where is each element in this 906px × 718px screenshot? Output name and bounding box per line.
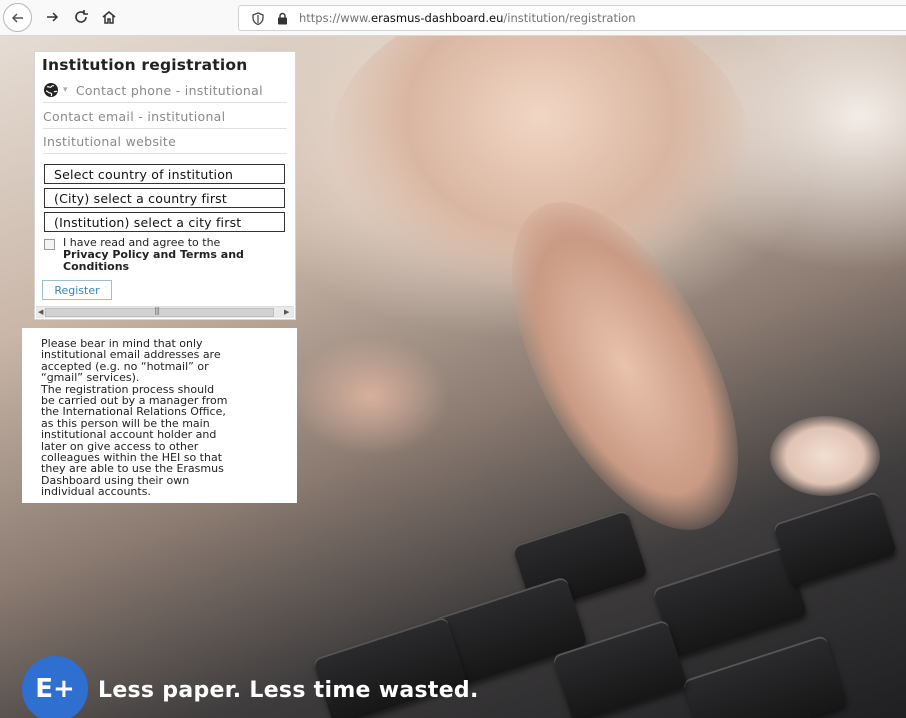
url-path: /institution/registration — [503, 11, 636, 25]
country-select[interactable]: Select country of institution — [44, 164, 285, 184]
shield-icon[interactable] — [251, 11, 265, 25]
register-button[interactable]: Register — [42, 280, 112, 300]
hand-knuckle — [290, 336, 450, 456]
institution-select[interactable]: (Institution) select a city first — [44, 212, 285, 232]
info-text: Please bear in mind that only institutio… — [41, 337, 228, 499]
url-text: https://www.erasmus-dashboard.eu/institu… — [299, 11, 636, 25]
url-bar[interactable]: https://www.erasmus-dashboard.eu/institu… — [238, 5, 906, 31]
forward-icon[interactable] — [38, 3, 66, 31]
browser-toolbar: https://www.erasmus-dashboard.eu/institu… — [0, 0, 906, 36]
chevron-down-icon[interactable]: ▾ — [63, 85, 68, 95]
website-field[interactable]: Institutional website — [43, 129, 287, 154]
erasmus-plus-logo: E+ — [22, 656, 88, 718]
fingernail — [770, 416, 880, 496]
url-domain: erasmus-dashboard.eu — [371, 11, 504, 25]
registration-form: Institution registration ▾ Contact phone… — [34, 51, 296, 320]
info-panel: Please bear in mind that only institutio… — [22, 328, 297, 503]
scroll-left-icon[interactable]: ◀ — [38, 308, 43, 316]
agree-label: I have read and agree to the Privacy Pol… — [63, 237, 291, 273]
form-title: Institution registration — [42, 56, 248, 74]
grip-icon: ||| — [154, 306, 160, 315]
city-select[interactable]: (City) select a country first — [44, 188, 285, 208]
home-icon[interactable] — [95, 3, 123, 31]
email-placeholder: Contact email - institutional — [43, 108, 226, 124]
scroll-right-icon[interactable]: ▶ — [284, 308, 289, 316]
url-prefix: https://www. — [299, 11, 372, 25]
phone-field[interactable]: ▾ Contact phone - institutional — [43, 78, 287, 103]
back-icon[interactable] — [3, 3, 32, 32]
slogan-text: Less paper. Less time wasted. — [98, 678, 479, 703]
reload-icon[interactable] — [67, 3, 95, 31]
email-field[interactable]: Contact email - institutional — [43, 104, 287, 129]
scrollbar-thumb[interactable]: ||| — [45, 306, 274, 317]
lock-icon[interactable] — [275, 11, 289, 25]
agree-checkbox[interactable] — [44, 239, 55, 250]
website-placeholder: Institutional website — [43, 133, 177, 149]
terms-link[interactable]: Privacy Policy and Terms and Conditions — [63, 248, 244, 273]
globe-icon[interactable] — [43, 82, 59, 98]
keyboard-key — [772, 490, 898, 588]
horizontal-scrollbar[interactable]: ◀ ||| ▶ — [36, 306, 294, 318]
phone-placeholder: Contact phone - institutional — [75, 82, 263, 98]
